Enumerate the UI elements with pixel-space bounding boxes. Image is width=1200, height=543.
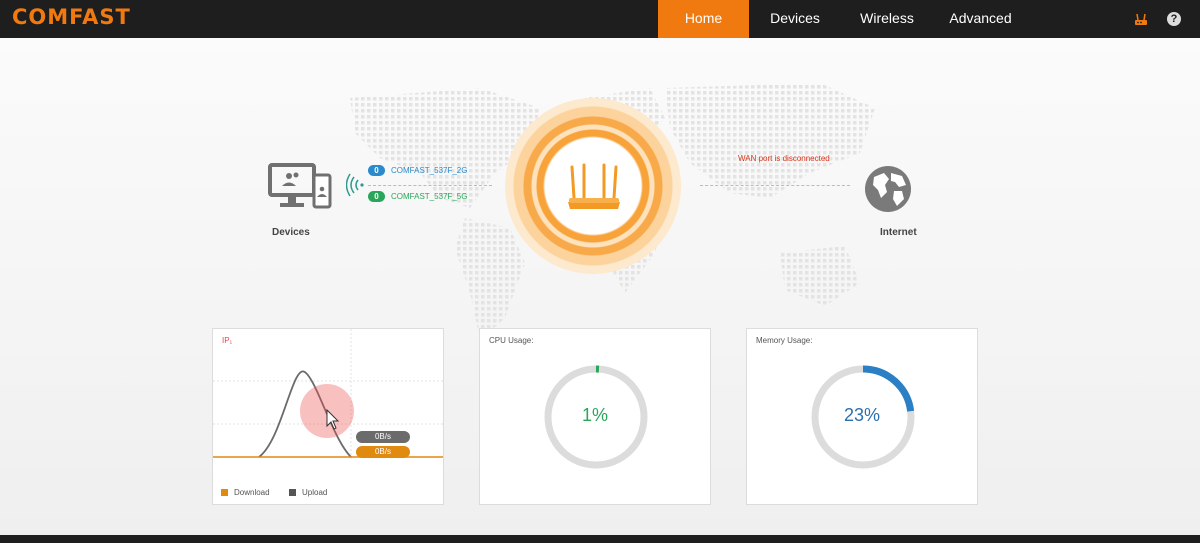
devices-label: Devices	[272, 227, 310, 238]
traffic-chart	[213, 329, 443, 459]
nav-home[interactable]: Home	[658, 0, 749, 38]
ssid-2g-name[interactable]: COMFAST_537F_2G	[391, 166, 467, 175]
top-nav-bar: COMFAST Home Devices Wireless Advanced ?	[0, 0, 1200, 38]
traffic-panel-title: IP₁	[222, 336, 233, 345]
nav-advanced[interactable]: Advanced	[933, 0, 1028, 38]
cpu-usage-value: 1%	[581, 405, 608, 425]
memory-usage-value: 23%	[843, 405, 881, 425]
traffic-panel: IP₁ 0B/s 0B/s Download Upload	[212, 328, 444, 505]
cpu-usage-panel: CPU Usage: 1%	[479, 328, 711, 505]
router-icon[interactable]	[566, 162, 622, 214]
bottom-bar	[0, 535, 1200, 543]
download-rate-badge: 0B/s	[356, 446, 410, 458]
cpu-panel-title: CPU Usage:	[489, 336, 534, 345]
download-swatch	[221, 488, 228, 496]
legend-download[interactable]: Download	[221, 487, 270, 497]
internet-label: Internet	[880, 227, 917, 238]
nav-wireless[interactable]: Wireless	[841, 0, 933, 38]
ssid-5g-name[interactable]: COMFAST_537F_5G	[391, 192, 467, 201]
connection-line-internet	[700, 185, 850, 186]
upload-rate-badge: 0B/s	[356, 431, 410, 443]
nav-devices[interactable]: Devices	[749, 0, 841, 38]
upload-swatch	[289, 488, 296, 496]
ssid-5g-client-count: 0	[368, 190, 385, 202]
ssid-5g-row[interactable]: 0 COMFAST_537F_5G	[368, 190, 467, 202]
dashboard-area: Devices 0 COMFAST_537F_2G 0 COMFAST_537F…	[0, 38, 1200, 535]
legend-upload[interactable]: Upload	[289, 487, 327, 497]
help-icon[interactable]: ?	[1167, 12, 1181, 26]
legend-download-label: Download	[234, 487, 270, 497]
globe-icon[interactable]	[864, 165, 912, 213]
connection-line-devices	[368, 185, 492, 186]
router-status-icon[interactable]	[1133, 11, 1149, 27]
legend-upload-label: Upload	[302, 487, 328, 497]
comfast-logo[interactable]: COMFAST	[12, 5, 131, 29]
ssid-2g-row[interactable]: 0 COMFAST_537F_2G	[368, 164, 467, 176]
memory-panel-title: Memory Usage:	[756, 336, 813, 345]
ssid-2g-client-count: 0	[368, 164, 385, 176]
memory-usage-panel: Memory Usage: 23%	[746, 328, 978, 505]
wan-status-text: WAN port is disconnected	[738, 154, 830, 163]
wifi-signal-icon	[346, 173, 364, 197]
main-nav: Home Devices Wireless Advanced	[658, 0, 1028, 38]
devices-icon[interactable]	[268, 163, 334, 211]
